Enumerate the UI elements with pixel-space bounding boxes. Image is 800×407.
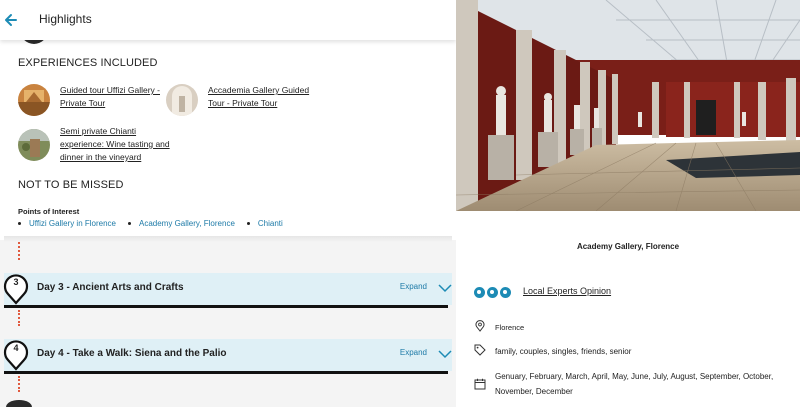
timeline-connector [18, 242, 20, 260]
chevron-down-icon[interactable] [438, 349, 452, 359]
experience-thumbnail [18, 129, 50, 161]
bullet-icon [246, 222, 250, 225]
day-4-row[interactable]: Day 4 - Take a Walk: Siena and the Palio… [4, 339, 452, 374]
day-marker-partial [6, 400, 32, 407]
location-text: Florence [495, 323, 525, 332]
experience-item: Accademia Gallery Guided Tour - Private … [166, 84, 318, 116]
experience-thumbnail [18, 84, 50, 116]
experience-item: Semi private Chianti experience: Wine ta… [18, 125, 180, 164]
poi-item: Academy Gallery, Florence [128, 219, 235, 228]
rating-icon [500, 287, 511, 298]
experience-link[interactable]: Guided tour Uffizi Gallery - Private Tou… [60, 84, 170, 116]
day-number: 4 [13, 343, 19, 353]
months-row: Genuary, February, March, April, May, Ju… [474, 369, 794, 399]
not-to-be-missed-heading: NOT TO BE MISSED [18, 179, 124, 191]
back-arrow-icon[interactable] [4, 11, 18, 29]
location-row: Florence [474, 320, 524, 335]
day-title: Day 3 - Ancient Arts and Crafts [37, 282, 184, 293]
rating-badges [474, 287, 513, 298]
gallery-photo [456, 0, 800, 211]
day-3-row[interactable]: Day 3 - Ancient Arts and Crafts Expand [4, 273, 452, 308]
card-divider [4, 236, 452, 242]
day-title: Day 4 - Take a Walk: Siena and the Palio [37, 348, 227, 359]
location-pin-icon [475, 320, 485, 332]
rating-icon [474, 287, 485, 298]
expand-label[interactable]: Expand [400, 348, 427, 357]
itinerary-background [0, 240, 456, 407]
local-experts-opinion-link[interactable]: Local Experts Opinion [523, 286, 611, 296]
experience-thumbnail [166, 84, 198, 116]
poi-link[interactable]: Chianti [258, 219, 283, 228]
experience-link[interactable]: Semi private Chianti experience: Wine ta… [60, 125, 180, 164]
points-of-interest-list: Uffizi Gallery in Florence Academy Galle… [18, 219, 295, 228]
tag-icon [474, 344, 486, 356]
experience-item: Guided tour Uffizi Gallery - Private Tou… [18, 84, 170, 116]
tags-row: family, couples, singles, friends, senio… [474, 344, 631, 359]
tags-text: family, couples, singles, friends, senio… [495, 347, 632, 356]
place-title: Academy Gallery, Florence [576, 242, 680, 251]
poi-link[interactable]: Academy Gallery, Florence [139, 219, 235, 228]
itinerary-panel: Highlights EXPERIENCES INCLUDED Guided t… [0, 0, 456, 407]
points-of-interest-heading: Points of Interest [18, 207, 80, 216]
rating-icon [487, 287, 498, 298]
map-pin-icon: 3 [3, 273, 29, 305]
timeline-connector [18, 310, 20, 326]
experience-link[interactable]: Accademia Gallery Guided Tour - Private … [208, 84, 318, 116]
detail-panel: Academy Gallery, Florence Local Experts … [456, 0, 800, 407]
poi-item: Chianti [246, 219, 283, 228]
map-pin-icon: 4 [3, 339, 29, 371]
header-bar: Highlights [0, 0, 456, 40]
bullet-icon [128, 222, 131, 225]
day-underline [4, 305, 448, 308]
day-number: 3 [13, 277, 19, 287]
calendar-icon [474, 378, 486, 390]
bullet-icon [18, 222, 21, 225]
experiences-heading: EXPERIENCES INCLUDED [18, 57, 158, 69]
page-title: Highlights [39, 12, 92, 26]
day-underline [4, 371, 448, 374]
months-text: Genuary, February, March, April, May, Ju… [495, 372, 774, 396]
timeline-connector [18, 376, 20, 392]
expand-label[interactable]: Expand [400, 282, 427, 291]
poi-link[interactable]: Uffizi Gallery in Florence [29, 219, 116, 228]
poi-item: Uffizi Gallery in Florence [18, 219, 116, 228]
chevron-down-icon[interactable] [438, 283, 452, 293]
